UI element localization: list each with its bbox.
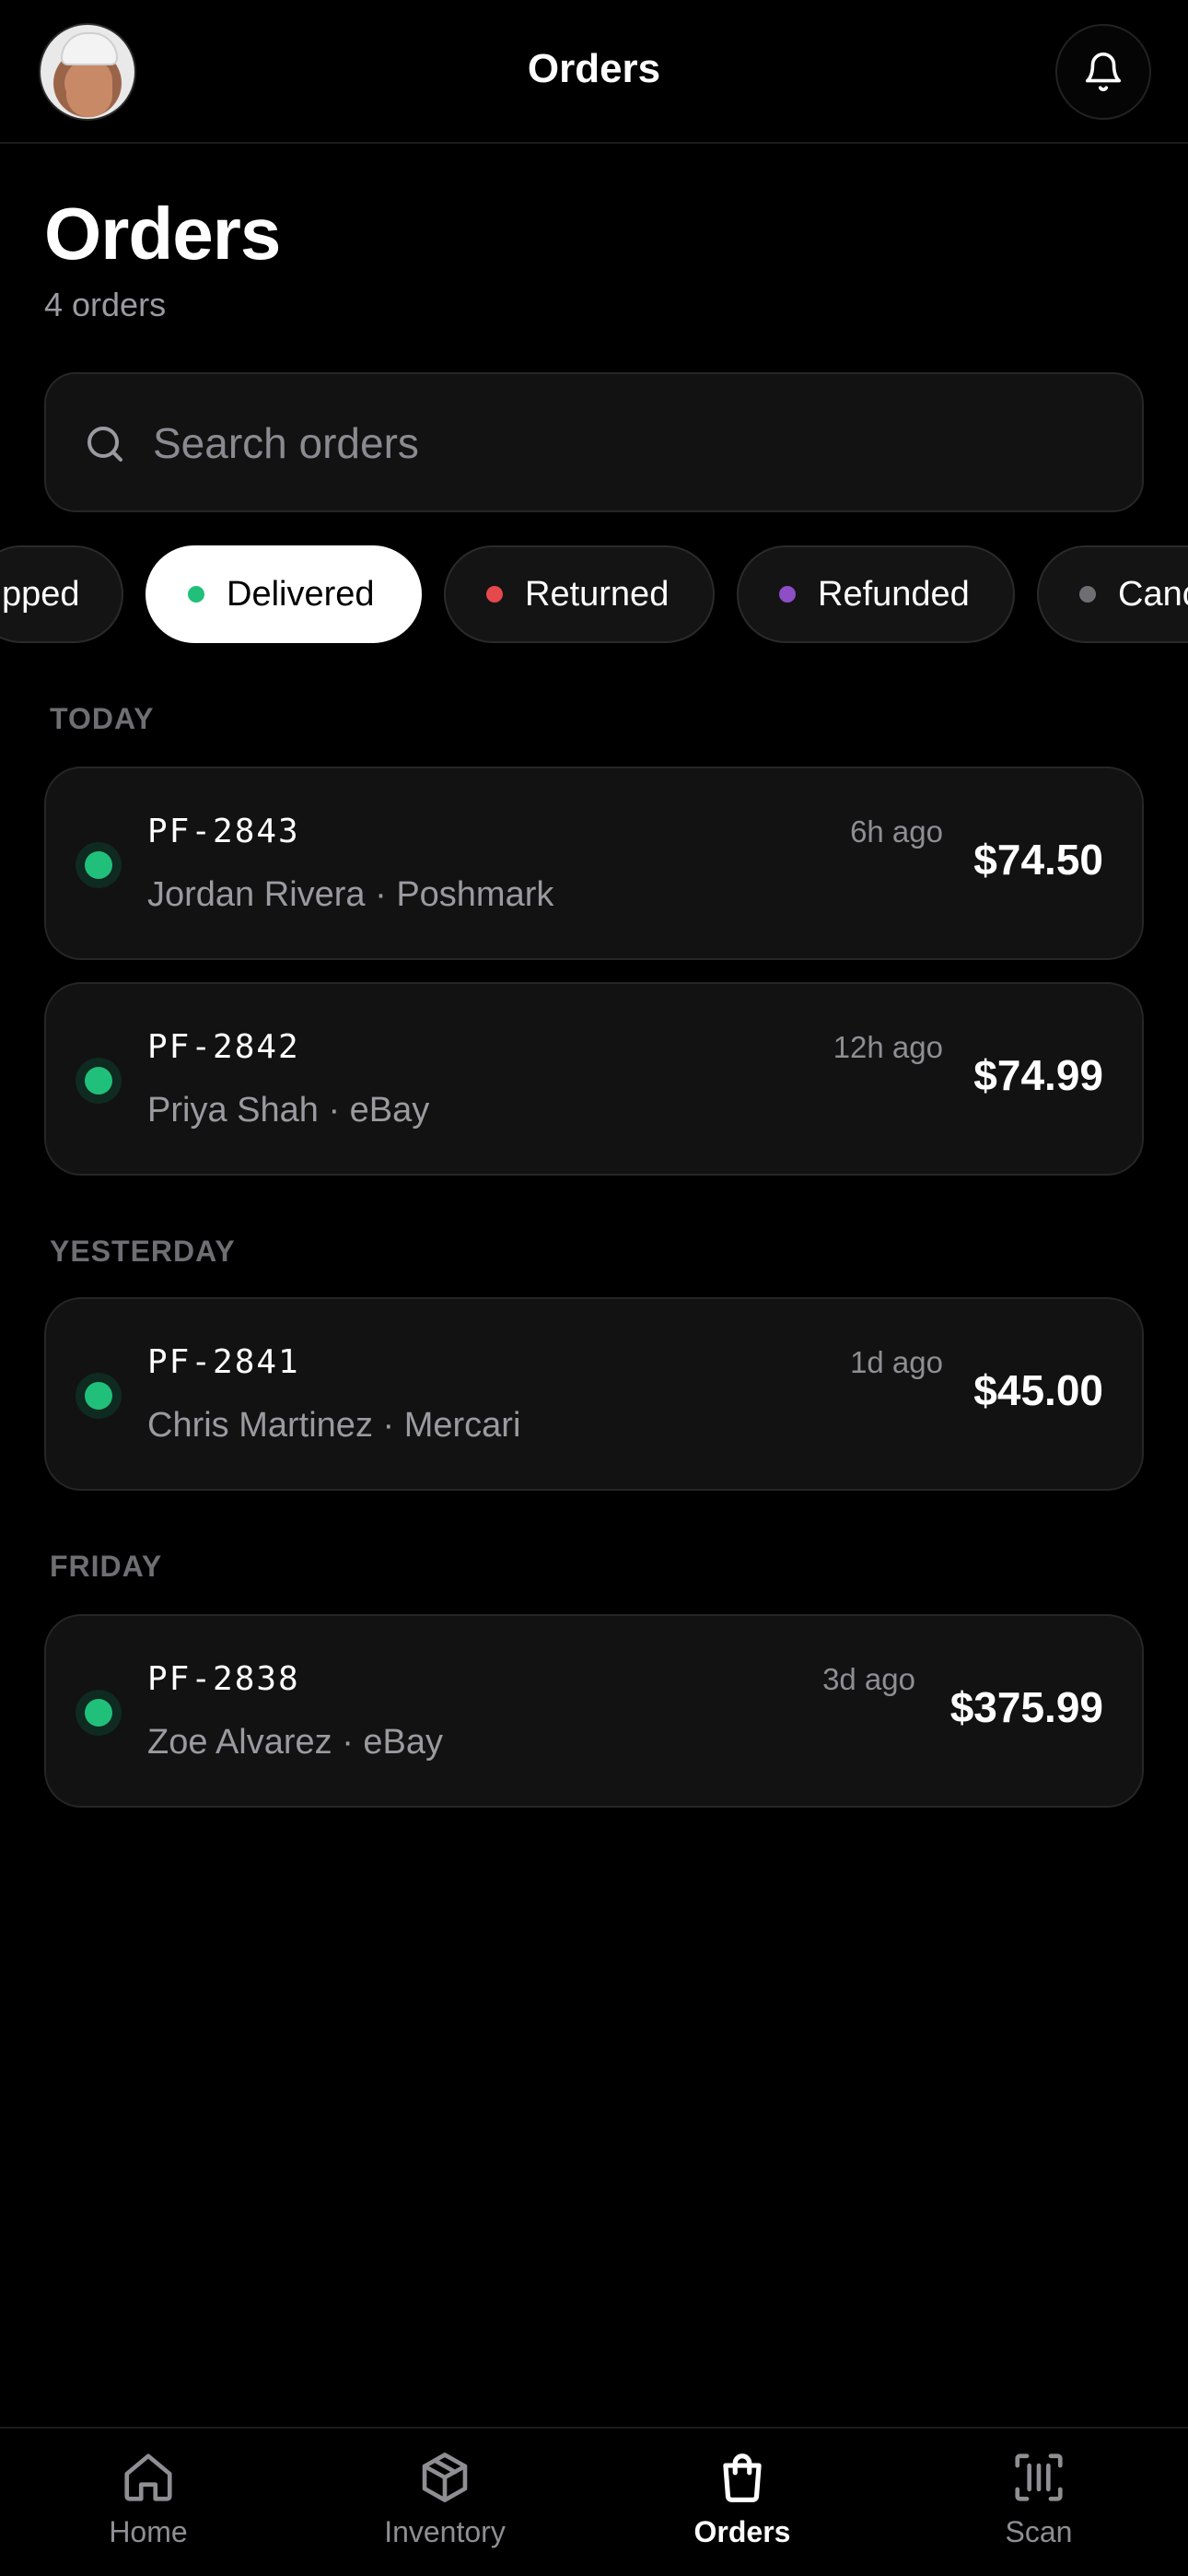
top-bar: Orders	[0, 0, 1188, 144]
notifications-button[interactable]	[1055, 24, 1151, 120]
tab-orders[interactable]: Orders	[650, 2449, 834, 2549]
status-dot	[1079, 586, 1096, 603]
filter-chip-delivered[interactable]: Delivered	[146, 545, 422, 643]
chip-label: pped	[2, 574, 80, 614]
order-customer-marketplace: Priya Shah · eBay	[147, 1091, 430, 1130]
order-customer-marketplace: Jordan Rivera · Poshmark	[147, 875, 554, 914]
delivered-status-dot	[76, 1373, 122, 1419]
home-icon	[124, 2453, 172, 2501]
order-id: PF-2843	[147, 813, 300, 850]
order-customer-marketplace: Zoe Alvarez · eBay	[147, 1723, 444, 1762]
order-time: 1d ago	[850, 1345, 943, 1379]
box-icon	[422, 2453, 468, 2502]
header-title: Orders	[527, 46, 661, 91]
search-bar[interactable]	[44, 372, 1144, 512]
tab-scan[interactable]: Scan	[947, 2449, 1131, 2549]
order-count: 4 orders	[44, 286, 167, 323]
delivered-status-dot	[76, 1690, 122, 1736]
filter-chip-cancelled[interactable]: Canc	[1037, 545, 1188, 643]
bottom-tab-bar: Home Inventory Orders Scan	[0, 2427, 1188, 2576]
section-label-friday: FRIDAY	[50, 1550, 163, 1583]
order-time: 3d ago	[822, 1662, 915, 1696]
order-card[interactable]: PF-2842 Priya Shah · eBay 12h ago $74.99	[44, 982, 1144, 1176]
order-card[interactable]: PF-2838 Zoe Alvarez · eBay 3d ago $375.9…	[44, 1614, 1144, 1808]
shopping-bag-icon	[723, 2453, 762, 2502]
order-id: PF-2838	[147, 1660, 300, 1698]
chip-label: Canc	[1118, 574, 1188, 614]
filter-chip-returned[interactable]: Returned	[444, 545, 715, 643]
tab-label: Home	[109, 2515, 188, 2548]
status-dot	[486, 586, 503, 603]
page-title: Orders	[44, 193, 281, 275]
order-card[interactable]: PF-2843 Jordan Rivera · Poshmark 6h ago …	[44, 767, 1144, 960]
chip-label: Refunded	[818, 574, 970, 614]
chip-label: Delivered	[227, 574, 375, 614]
filter-chip-shipped[interactable]: pped	[0, 545, 123, 643]
order-customer-marketplace: Chris Martinez · Mercari	[147, 1406, 521, 1445]
filter-chip-refunded[interactable]: Refunded	[737, 545, 1015, 643]
order-time: 6h ago	[850, 814, 943, 849]
bell-icon	[1085, 53, 1122, 91]
order-price: $375.99	[949, 1683, 1103, 1731]
order-price: $74.99	[973, 1051, 1103, 1099]
tab-label: Orders	[693, 2515, 791, 2548]
order-id: PF-2841	[147, 1343, 300, 1381]
section-label-today: TODAY	[50, 702, 155, 735]
tab-home[interactable]: Home	[56, 2449, 240, 2549]
order-time: 12h ago	[833, 1030, 943, 1064]
status-dot	[188, 586, 204, 603]
order-price: $74.50	[973, 836, 1103, 884]
order-id: PF-2842	[147, 1028, 300, 1066]
chip-label: Returned	[525, 574, 670, 614]
status-dot	[779, 586, 796, 603]
search-input[interactable]	[153, 402, 1111, 485]
search-icon	[87, 427, 122, 462]
tab-label: Inventory	[384, 2515, 506, 2548]
order-price: $45.00	[973, 1366, 1103, 1414]
tab-inventory[interactable]: Inventory	[353, 2449, 537, 2549]
section-label-yesterday: YESTERDAY	[50, 1235, 236, 1268]
tab-label: Scan	[1005, 2515, 1073, 2548]
delivered-status-dot	[76, 1058, 122, 1104]
order-card[interactable]: PF-2841 Chris Martinez · Mercari 1d ago …	[44, 1297, 1144, 1491]
barcode-scan-icon	[1015, 2453, 1063, 2501]
status-filter-chips: pped Delivered Returned Refunded Canc	[0, 545, 1188, 643]
delivered-status-dot	[76, 842, 122, 888]
